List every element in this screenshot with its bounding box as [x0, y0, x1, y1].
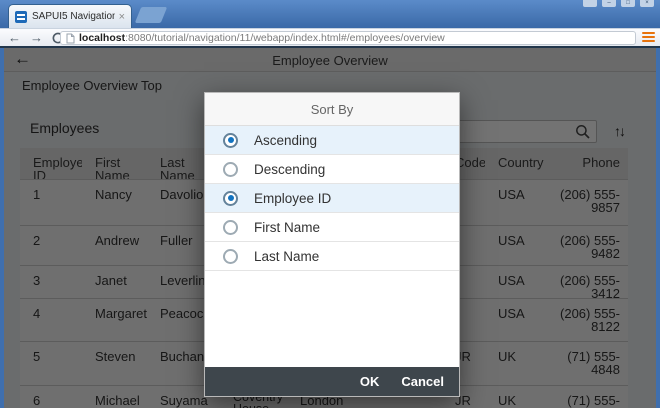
page-icon — [66, 33, 75, 44]
option-label: Descending — [254, 162, 325, 177]
option-label: Ascending — [254, 133, 317, 148]
browser-window: – □ × SAPUI5 Navigation × ← → localhost:… — [0, 0, 660, 408]
cancel-button[interactable]: Cancel — [401, 374, 444, 389]
sort-option-employee-id[interactable]: Employee ID — [205, 184, 459, 213]
sort-option-last-name[interactable]: Last Name — [205, 242, 459, 271]
dialog-footer: OK Cancel — [205, 367, 459, 396]
close-icon[interactable]: × — [640, 0, 654, 7]
forward-icon[interactable]: → — [30, 29, 43, 47]
radio-icon[interactable] — [223, 220, 238, 235]
sapui5-favicon — [15, 11, 27, 23]
new-tab-button[interactable] — [135, 7, 167, 23]
sort-option-descending[interactable]: Descending — [205, 155, 459, 184]
url-path: :8080/tutorial/navigation/11/webapp/inde… — [125, 32, 445, 44]
sort-option-ascending[interactable]: Ascending — [205, 126, 459, 155]
profile-icon[interactable] — [583, 0, 597, 7]
minimize-icon[interactable]: – — [602, 0, 616, 7]
radio-icon[interactable] — [223, 162, 238, 177]
option-label: Last Name — [254, 249, 319, 264]
sort-option-first-name[interactable]: First Name — [205, 213, 459, 242]
option-label: Employee ID — [254, 191, 331, 206]
dialog-title: Sort By — [205, 93, 459, 126]
ok-button[interactable]: OK — [360, 374, 380, 389]
url-bar[interactable]: localhost:8080/tutorial/navigation/11/we… — [60, 31, 636, 45]
tab-title: SAPUI5 Navigation — [32, 11, 115, 22]
radio-icon[interactable] — [223, 133, 238, 148]
tab-close-icon[interactable]: × — [119, 11, 125, 23]
option-label: First Name — [254, 220, 320, 235]
back-icon[interactable]: ← — [8, 29, 21, 47]
menu-icon[interactable] — [642, 32, 655, 44]
browser-toolbar: ← → localhost:8080/tutorial/navigation/1… — [0, 28, 660, 46]
radio-icon[interactable] — [223, 191, 238, 206]
radio-icon[interactable] — [223, 249, 238, 264]
window-controls: – □ × — [583, 0, 654, 8]
maximize-icon[interactable]: □ — [621, 0, 635, 7]
browser-tab[interactable]: SAPUI5 Navigation × — [8, 4, 132, 28]
url-text: localhost:8080/tutorial/navigation/11/we… — [79, 32, 445, 44]
window-border-right — [656, 48, 660, 408]
sort-dialog: Sort By Ascending Descending Employee ID… — [204, 92, 460, 397]
url-host: localhost — [79, 32, 125, 44]
browser-tab-bar: – □ × SAPUI5 Navigation × — [0, 0, 660, 28]
